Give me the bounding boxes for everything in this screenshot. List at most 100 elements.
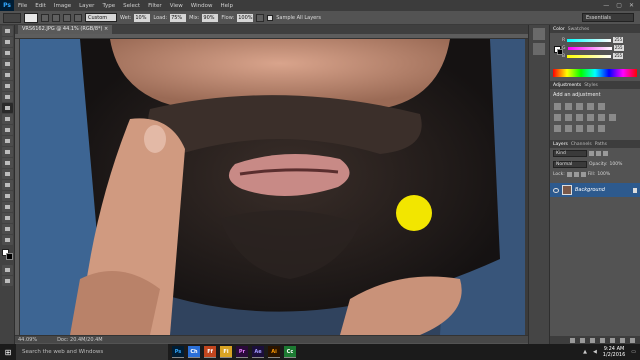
slider-b-track[interactable] <box>567 54 612 58</box>
mixer-combo-select[interactable]: Custom <box>85 13 117 22</box>
load-field[interactable]: 75% <box>170 13 187 22</box>
blur-tool[interactable] <box>2 158 13 168</box>
color-spectrum-bar[interactable] <box>553 69 637 77</box>
exposure-icon[interactable] <box>587 103 594 110</box>
gradient-tool[interactable] <box>2 147 13 157</box>
zoom-tool[interactable] <box>2 235 13 245</box>
tab-layers[interactable]: Layers <box>553 142 568 147</box>
lock-all-icon[interactable] <box>580 172 586 177</box>
mix-field[interactable]: 90% <box>202 13 219 22</box>
type-tool[interactable] <box>2 191 13 201</box>
pen-tool[interactable] <box>2 180 13 190</box>
slider-g-track[interactable] <box>567 46 612 50</box>
brush-panel-toggle[interactable] <box>41 13 49 22</box>
selective-color-icon[interactable] <box>587 125 594 132</box>
maximize-icon[interactable]: ▢ <box>616 2 622 9</box>
menu-help[interactable]: Help <box>216 3 237 9</box>
zoom-readout[interactable]: 44.09% <box>18 337 37 343</box>
slider-r-track[interactable] <box>567 38 612 42</box>
properties-panel-icon[interactable] <box>533 43 545 55</box>
taskbar-app-premiere[interactable]: Pr <box>236 346 248 358</box>
lock-pixels-icon[interactable] <box>566 172 572 177</box>
menu-edit[interactable]: Edit <box>31 3 50 9</box>
adjustment-filter-icon[interactable] <box>596 151 601 156</box>
fx-icon[interactable] <box>580 337 585 343</box>
taskbar-search[interactable]: Search the web and Windows <box>16 344 168 360</box>
flow-field[interactable]: 100% <box>237 13 254 22</box>
dodge-tool[interactable] <box>2 169 13 179</box>
pixel-filter-icon[interactable] <box>589 151 594 156</box>
layer-kind-filter[interactable]: Kind <box>553 150 587 157</box>
quick-mask-tool[interactable] <box>2 265 13 275</box>
taskbar-app-illustrator[interactable]: Ai <box>268 346 280 358</box>
history-panel-icon[interactable] <box>533 28 545 40</box>
menu-filter[interactable]: Filter <box>144 3 166 9</box>
document-canvas[interactable] <box>20 39 525 335</box>
tab-adjustments[interactable]: Adjustments <box>553 83 581 88</box>
crop-tool[interactable] <box>2 70 13 80</box>
current-paint-swatch[interactable] <box>52 13 60 22</box>
clone-stamp-tool[interactable] <box>2 114 13 124</box>
tab-styles[interactable]: Styles <box>584 83 598 88</box>
posterize-icon[interactable] <box>565 125 572 132</box>
menu-window[interactable]: Window <box>187 3 217 9</box>
volume-icon[interactable]: ◀ <box>593 349 597 355</box>
menu-type[interactable]: Type <box>98 3 119 9</box>
brush-preset-picker[interactable] <box>24 12 38 23</box>
brightness-icon[interactable] <box>554 103 561 110</box>
levels-icon[interactable] <box>565 103 572 110</box>
menu-view[interactable]: View <box>166 3 187 9</box>
type-filter-icon[interactable] <box>603 151 608 156</box>
tab-channels[interactable]: Channels <box>571 142 592 147</box>
document-tab[interactable]: VRS6162.JPG @ 44.1% (RGB/8*) × <box>18 25 113 34</box>
taskbar-app-photoshop[interactable]: Ps <box>172 346 184 358</box>
windows-start-icon[interactable]: ⊞ <box>0 344 16 360</box>
color-balance-icon[interactable] <box>565 114 572 121</box>
tool-preset-picker[interactable] <box>3 12 21 23</box>
color-lookup-icon[interactable] <box>609 114 616 121</box>
tab-swatches[interactable]: Swatches <box>568 27 590 32</box>
background-color[interactable] <box>6 253 13 260</box>
minimize-icon[interactable]: — <box>603 2 609 9</box>
color-swatches[interactable] <box>2 249 13 261</box>
new-layer-icon[interactable] <box>620 337 625 343</box>
marquee-tool[interactable] <box>2 37 13 47</box>
curves-icon[interactable] <box>576 103 583 110</box>
threshold-icon[interactable] <box>576 125 583 132</box>
history-brush-tool[interactable] <box>2 125 13 135</box>
taskbar-app-camtasia[interactable]: Cc <box>284 346 296 358</box>
eye-icon[interactable] <box>553 187 559 193</box>
link-icon[interactable] <box>570 337 575 343</box>
tab-color[interactable]: Color <box>553 27 565 32</box>
blend-mode-select[interactable]: Normal <box>553 161 587 168</box>
mask-icon[interactable] <box>590 337 595 343</box>
layer-row-background[interactable]: Background <box>550 183 640 197</box>
healing-brush-tool[interactable] <box>2 92 13 102</box>
eraser-tool[interactable] <box>2 136 13 146</box>
taskbar-app-chrome[interactable]: Ch <box>188 346 200 358</box>
hue-saturation-icon[interactable] <box>554 114 561 121</box>
lock-position-icon[interactable] <box>573 172 579 177</box>
path-selection-tool[interactable] <box>2 202 13 212</box>
wet-field[interactable]: 10% <box>134 13 151 22</box>
slider-g-value[interactable]: 255 <box>613 45 624 51</box>
clock[interactable]: 9:24 AM 1/2/2016 <box>603 346 625 358</box>
slider-b-value[interactable]: 255 <box>613 53 624 59</box>
sample-all-layers-checkbox[interactable] <box>267 14 274 21</box>
taskbar-app-after-effects[interactable]: Ae <box>252 346 264 358</box>
invert-icon[interactable] <box>554 125 561 132</box>
menu-select[interactable]: Select <box>119 3 144 9</box>
menu-layer[interactable]: Layer <box>75 3 98 9</box>
close-icon[interactable]: ✕ <box>629 2 634 9</box>
fill-value[interactable]: 100% <box>597 172 610 177</box>
screen-mode-tool[interactable] <box>2 276 13 286</box>
vibrance-icon[interactable] <box>598 103 605 110</box>
shape-tool[interactable] <box>2 213 13 223</box>
opacity-value[interactable]: 100% <box>610 162 623 167</box>
quick-selection-tool[interactable] <box>2 59 13 69</box>
workspace-switcher[interactable]: Essentials <box>582 13 634 22</box>
clean-brush-button[interactable] <box>74 13 82 22</box>
taskbar-app-files[interactable]: Fi <box>220 346 232 358</box>
channel-mixer-icon[interactable] <box>598 114 605 121</box>
lasso-tool[interactable] <box>2 48 13 58</box>
